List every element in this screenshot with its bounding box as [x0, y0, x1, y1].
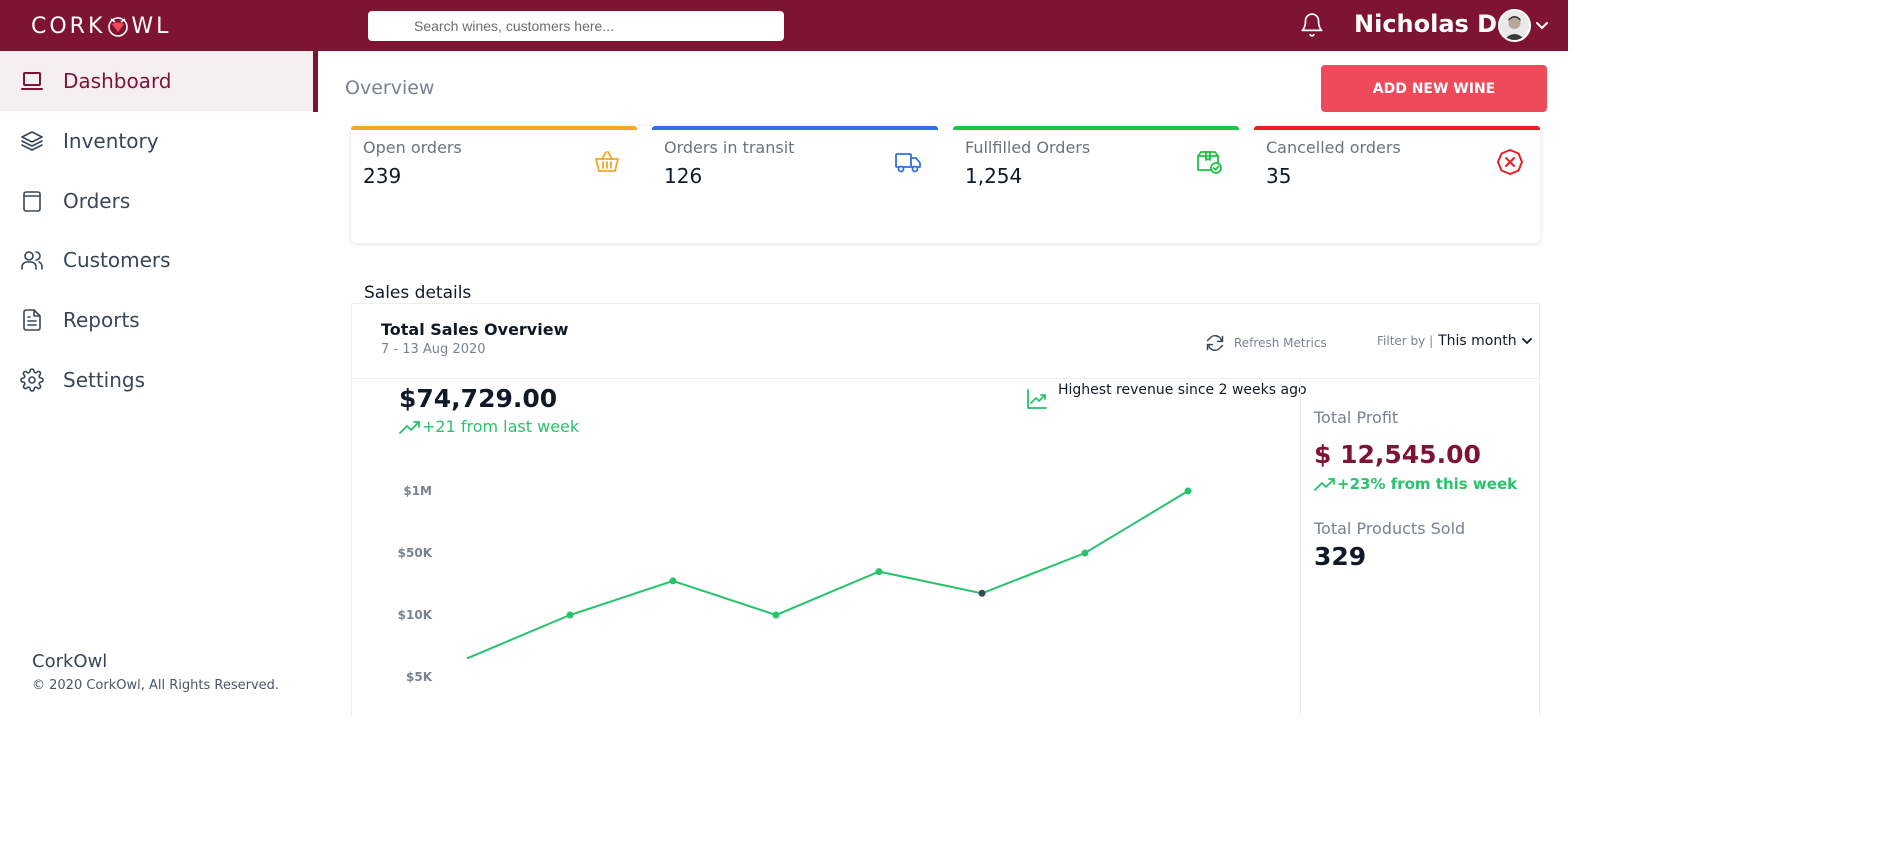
sidebar-item-orders[interactable]: Orders — [0, 171, 313, 231]
user-name[interactable]: Nicholas D. — [1354, 10, 1506, 38]
brand-logo[interactable]: CORK WL — [31, 12, 171, 40]
chevron-down-icon[interactable] — [1534, 17, 1550, 33]
gear-icon — [20, 368, 44, 392]
stat-fullfilled-orders[interactable]: Fullfilled Orders 1,254 — [953, 126, 1239, 243]
trend-up-icon — [1314, 478, 1335, 491]
stat-value: 239 — [363, 164, 402, 188]
stat-label: Fullfilled Orders — [965, 138, 1091, 157]
section-heading: Sales details — [364, 283, 472, 303]
panel-title: Total Sales Overview — [381, 320, 569, 339]
clipboard-icon — [23, 191, 41, 212]
layers-icon — [21, 131, 43, 151]
products-sold-value: 329 — [1314, 542, 1367, 571]
stat-accent-bar — [652, 126, 938, 130]
brand-text-left: CORK — [31, 13, 106, 39]
filter-value[interactable]: This month — [1438, 333, 1517, 349]
sidebar-item-reports[interactable]: Reports — [0, 290, 313, 350]
stat-accent-bar — [1254, 126, 1540, 130]
sidebar-item-customers[interactable]: Customers — [0, 230, 313, 290]
filter-label: Filter by | — [1377, 334, 1434, 348]
order-stats-card: Open orders 239 Orders in transit 126 Fu… — [351, 126, 1540, 243]
total-profit-label: Total Profit — [1314, 408, 1399, 427]
footer-brand: CorkOwl — [32, 651, 108, 672]
highest-revenue-note: Highest revenue since 2 weeks ago — [1026, 382, 1307, 410]
avatar-portrait-icon — [1500, 11, 1529, 40]
data-point[interactable] — [978, 589, 986, 597]
sidebar: Dashboard Inventory Orders Customers Rep… — [0, 51, 318, 717]
total-sales-amount: $74,729.00 — [399, 384, 558, 413]
chevron-down-icon[interactable] — [1521, 335, 1533, 347]
date-range: 7 - 13 Aug 2020 — [381, 342, 486, 357]
stat-orders-in-transit[interactable]: Orders in transit 126 — [652, 126, 938, 243]
owl-icon — [108, 17, 129, 37]
search-input[interactable] — [368, 11, 784, 41]
stat-value: 126 — [664, 164, 703, 188]
stat-accent-bar — [953, 126, 1239, 130]
data-point[interactable] — [1081, 549, 1089, 557]
sales-overview-panel: Total Sales Overview 7 - 13 Aug 2020 Ref… — [351, 303, 1540, 718]
sales-delta: +21 from last week — [399, 417, 579, 436]
series-line — [466, 490, 1189, 660]
basket-icon — [595, 151, 619, 172]
box-check-icon — [1197, 151, 1222, 174]
products-sold-label: Total Products Sold — [1314, 519, 1466, 538]
avatar[interactable] — [1498, 9, 1531, 42]
stat-label: Orders in transit — [664, 138, 795, 157]
panel-header: Total Sales Overview 7 - 13 Aug 2020 Ref… — [352, 304, 1539, 379]
data-point[interactable] — [1184, 487, 1192, 495]
stat-value: 35 — [1266, 164, 1292, 188]
truck-icon — [895, 153, 921, 173]
line-chart-icon — [1027, 389, 1047, 409]
y-tick-label: $5K — [406, 670, 433, 684]
active-indicator — [313, 51, 318, 112]
panel-divider — [1300, 379, 1301, 718]
bell-icon[interactable] — [1299, 12, 1325, 38]
sidebar-item-dashboard[interactable]: Dashboard — [0, 51, 313, 111]
sidebar-item-label: Inventory — [63, 129, 159, 153]
sales-line-chart: $1M $50K $10K $5K — [398, 484, 1192, 684]
y-tick-label: $1M — [403, 484, 432, 498]
data-point[interactable] — [566, 611, 574, 619]
stat-cancelled-orders[interactable]: Cancelled orders 35 — [1254, 126, 1540, 243]
footer-copyright: © 2020 CorkOwl, All Rights Reserved. — [32, 678, 280, 693]
laptop-icon — [21, 72, 43, 90]
highest-revenue-text: Highest revenue since 2 weeks ago — [1058, 382, 1307, 398]
stat-open-orders[interactable]: Open orders 239 — [351, 126, 637, 243]
stat-label: Open orders — [363, 138, 462, 157]
users-icon — [21, 251, 43, 270]
data-point[interactable] — [669, 577, 677, 585]
sidebar-item-label: Dashboard — [63, 69, 172, 93]
top-bar: CORK WL Nicholas D. — [0, 0, 1568, 51]
profit-delta-text: +23% from this week — [1337, 475, 1518, 493]
data-point[interactable] — [772, 611, 780, 619]
stat-value: 1,254 — [965, 164, 1023, 188]
stat-accent-bar — [351, 126, 637, 130]
sidebar-item-label: Reports — [63, 308, 140, 332]
refresh-metrics-button[interactable]: Refresh Metrics — [1205, 332, 1327, 354]
y-tick-label: $10K — [398, 608, 433, 622]
document-icon — [23, 309, 41, 331]
sidebar-item-settings[interactable]: Settings — [0, 350, 313, 410]
refresh-label: Refresh Metrics — [1234, 336, 1327, 350]
data-point[interactable] — [875, 568, 883, 576]
sidebar-item-label: Customers — [63, 248, 171, 272]
stat-label: Cancelled orders — [1266, 138, 1401, 157]
refresh-icon — [1206, 334, 1224, 352]
brand-text-right: WL — [131, 13, 172, 39]
page-title: Overview — [345, 77, 435, 99]
sidebar-item-label: Settings — [63, 368, 146, 392]
sidebar-item-label: Orders — [63, 189, 131, 213]
sidebar-item-inventory[interactable]: Inventory — [0, 111, 313, 171]
trend-up-icon — [399, 420, 420, 434]
cancel-circle-icon — [1497, 149, 1523, 175]
y-tick-label: $50K — [398, 546, 433, 560]
profit-delta: +23% from this week — [1314, 475, 1517, 493]
sales-delta-text: +21 from last week — [422, 417, 580, 436]
filter-dropdown[interactable]: Filter by | This month — [1377, 333, 1533, 349]
add-new-wine-button[interactable]: ADD NEW WINE — [1321, 65, 1547, 112]
total-profit-value: $ 12,545.00 — [1314, 440, 1481, 469]
